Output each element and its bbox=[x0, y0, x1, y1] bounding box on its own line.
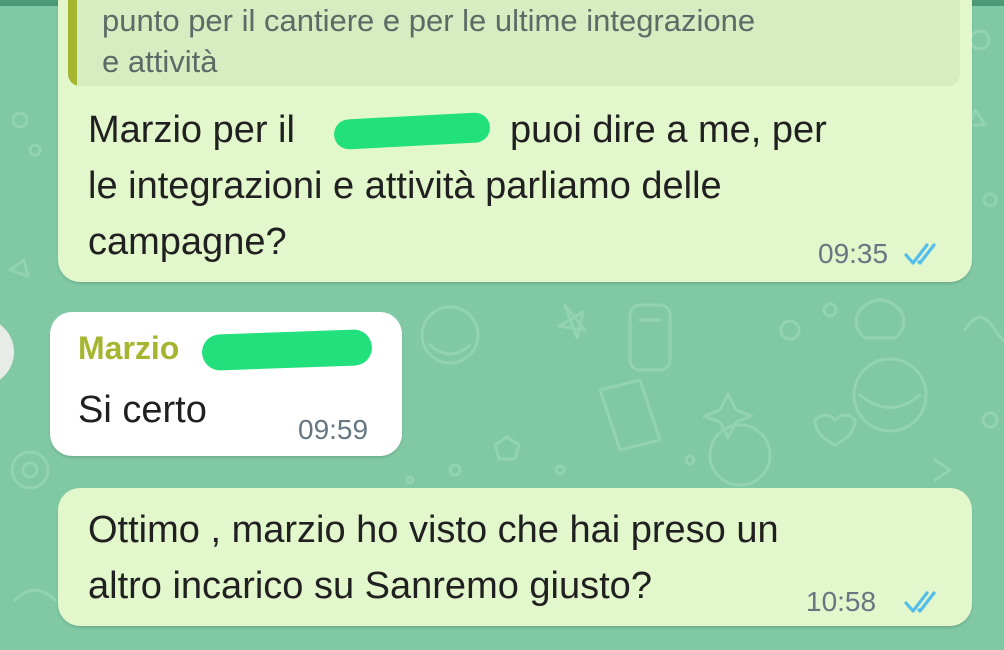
message-text-line1: Ottimo , marzio ho visto che hai preso u… bbox=[88, 509, 779, 551]
quoted-message[interactable]: punto per il cantiere e per le ultime in… bbox=[68, 0, 960, 86]
message-text-line1b: puoi dire a me, per bbox=[510, 109, 827, 151]
outgoing-message-bubble[interactable]: Ottimo , marzio ho visto che hai preso u… bbox=[58, 488, 972, 626]
message-text: Si certo bbox=[78, 389, 207, 431]
outgoing-message-bubble[interactable]: punto per il cantiere e per le ultime in… bbox=[58, 0, 972, 282]
double-check-read-icon bbox=[904, 243, 936, 265]
double-check-read-icon bbox=[904, 591, 936, 613]
message-text-line2: le integrazioni e attività parliamo dell… bbox=[88, 165, 722, 207]
message-time: 09:35 bbox=[818, 238, 889, 269]
message-time: 10:58 bbox=[806, 586, 877, 617]
redaction-mark bbox=[333, 111, 491, 151]
incoming-message-bubble[interactable]: Marzio Si certo 09:59 bbox=[50, 312, 402, 456]
message-text-line3: campagne? bbox=[88, 221, 287, 263]
redaction-mark bbox=[201, 329, 373, 371]
quoted-text-line2: e attività bbox=[102, 44, 218, 79]
message-time: 09:59 bbox=[298, 414, 369, 445]
quoted-text-line1: punto per il cantiere e per le ultime in… bbox=[102, 3, 756, 38]
message-text-line2: altro incarico su Sanremo giusto? bbox=[88, 565, 652, 607]
message-text-line1a: Marzio per il bbox=[88, 109, 306, 151]
quote-accent-bar bbox=[68, 0, 77, 86]
sender-name[interactable]: Marzio bbox=[78, 330, 179, 367]
